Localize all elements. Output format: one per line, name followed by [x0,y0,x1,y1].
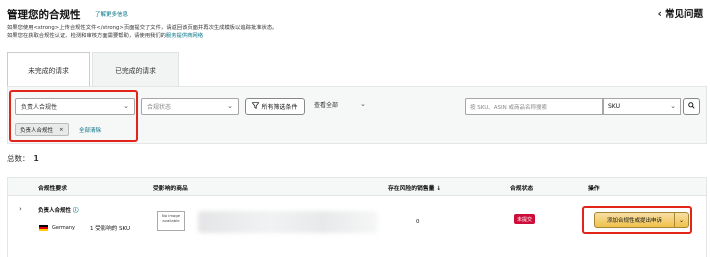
chevron-down-icon: ⌄ [360,100,366,108]
filter-panel [7,86,707,144]
col-at-risk-label: 存在风险的销售量 [388,186,435,192]
faq-toggle[interactable]: ‹ 常见问题 [657,6,703,21]
chevron-left-icon: ‹ [657,6,662,20]
germany-flag-icon [39,225,48,231]
page-title: 管理您的合规性 [7,9,81,21]
search-type-select[interactable]: SKU ⌄ [603,98,681,115]
info-line-upload: 如果您使用<strong>上传合规性文件</strong>页面提交了文件，请返回… [7,25,278,31]
search-type-value: SKU [608,103,620,110]
chip-label: 负责人合规性 [20,127,54,134]
row-affected-sku: 1 受影响的 SKU [90,226,130,232]
filter-icon [252,102,260,111]
total-value: 1 [33,154,39,163]
chevron-down-icon: ⌄ [123,102,129,110]
expand-row-icon[interactable]: › [19,205,22,213]
info-line-help: 如果您在获取合规性认证、检测和审核方面需要帮助，请使用我们的服务提供商网络 [7,31,203,39]
learn-more-link[interactable]: 了解更多信息 [95,10,128,18]
request-tabs: 未完成的请求 已完成的请求 [7,52,179,87]
all-filters-button[interactable]: 所有筛选条件 [245,98,305,115]
responsible-select-value: 负责人合规性 [21,104,58,111]
view-all-dropdown[interactable]: 查看全部 ⌄ [314,100,366,109]
col-affected-products: 受影响的商品 [153,186,188,192]
search-button[interactable] [683,98,700,115]
row-at-risk-value: 0 [416,219,420,225]
col-status: 合规状态 [510,186,534,192]
table-header: 合规性要求 受影响的商品 存在风险的销售量 ↓ 合规状态 操作 [8,178,706,196]
add-compliance-label: 添加合规性或提出申诉 [606,218,662,224]
col-at-risk-sales[interactable]: 存在风险的销售量 ↓ [388,183,441,192]
responsible-compliance-select[interactable]: 负责人合规性 ⌄ [15,98,135,115]
info-icon[interactable]: ⓘ [73,208,79,214]
tab-open-requests[interactable]: 未完成的请求 [7,52,90,87]
status-select-placeholder: 合规状态 [147,104,172,111]
blurred-product-info [198,211,378,233]
total-label: 总数： [7,154,30,163]
active-filter-chip: 负责人合规性 × [15,123,69,136]
row-requirement-label: 负责人合规性 [38,208,72,214]
product-thumbnail: No image available [157,211,185,231]
info-line-help-text: 如果您在获取合规性认证、检测和审核方面需要帮助，请使用我们的 [7,33,166,39]
view-all-label: 查看全部 [314,102,339,109]
chevron-down-icon: ⌄ [670,102,676,110]
compliance-table: 合规性要求 受影响的商品 存在风险的销售量 ↓ 合规状态 操作 › 负责人合规性… [7,177,707,257]
add-compliance-button[interactable]: 添加合规性或提出申诉 ⌄ [594,212,689,228]
status-badge: 未提交 [514,214,536,224]
compliance-status-select[interactable]: 合规状态 ⌄ [141,98,239,115]
sort-arrow-icon: ↓ [436,186,442,192]
row-requirement: 负责人合规性 ⓘ [38,206,78,214]
chevron-down-icon[interactable]: ⌄ [674,213,688,227]
col-action: 操作 [588,186,600,192]
close-icon[interactable]: × [59,127,64,133]
total-count: 总数： 1 [7,153,39,164]
all-filters-label: 所有筛选条件 [261,104,298,111]
row-country: Germany [52,225,75,231]
search-icon [688,102,695,111]
faq-label: 常见问题 [664,9,703,20]
search-input[interactable]: 按 SKU、ASIN 或商品名称搜索 [465,98,603,115]
clear-all-link[interactable]: 全部清除 [79,126,101,134]
service-provider-link[interactable]: 服务提供商网络 [166,33,203,39]
tab-completed-requests[interactable]: 已完成的请求 [92,52,179,86]
col-requirement: 合规性要求 [38,186,67,192]
chevron-down-icon: ⌄ [227,102,233,110]
